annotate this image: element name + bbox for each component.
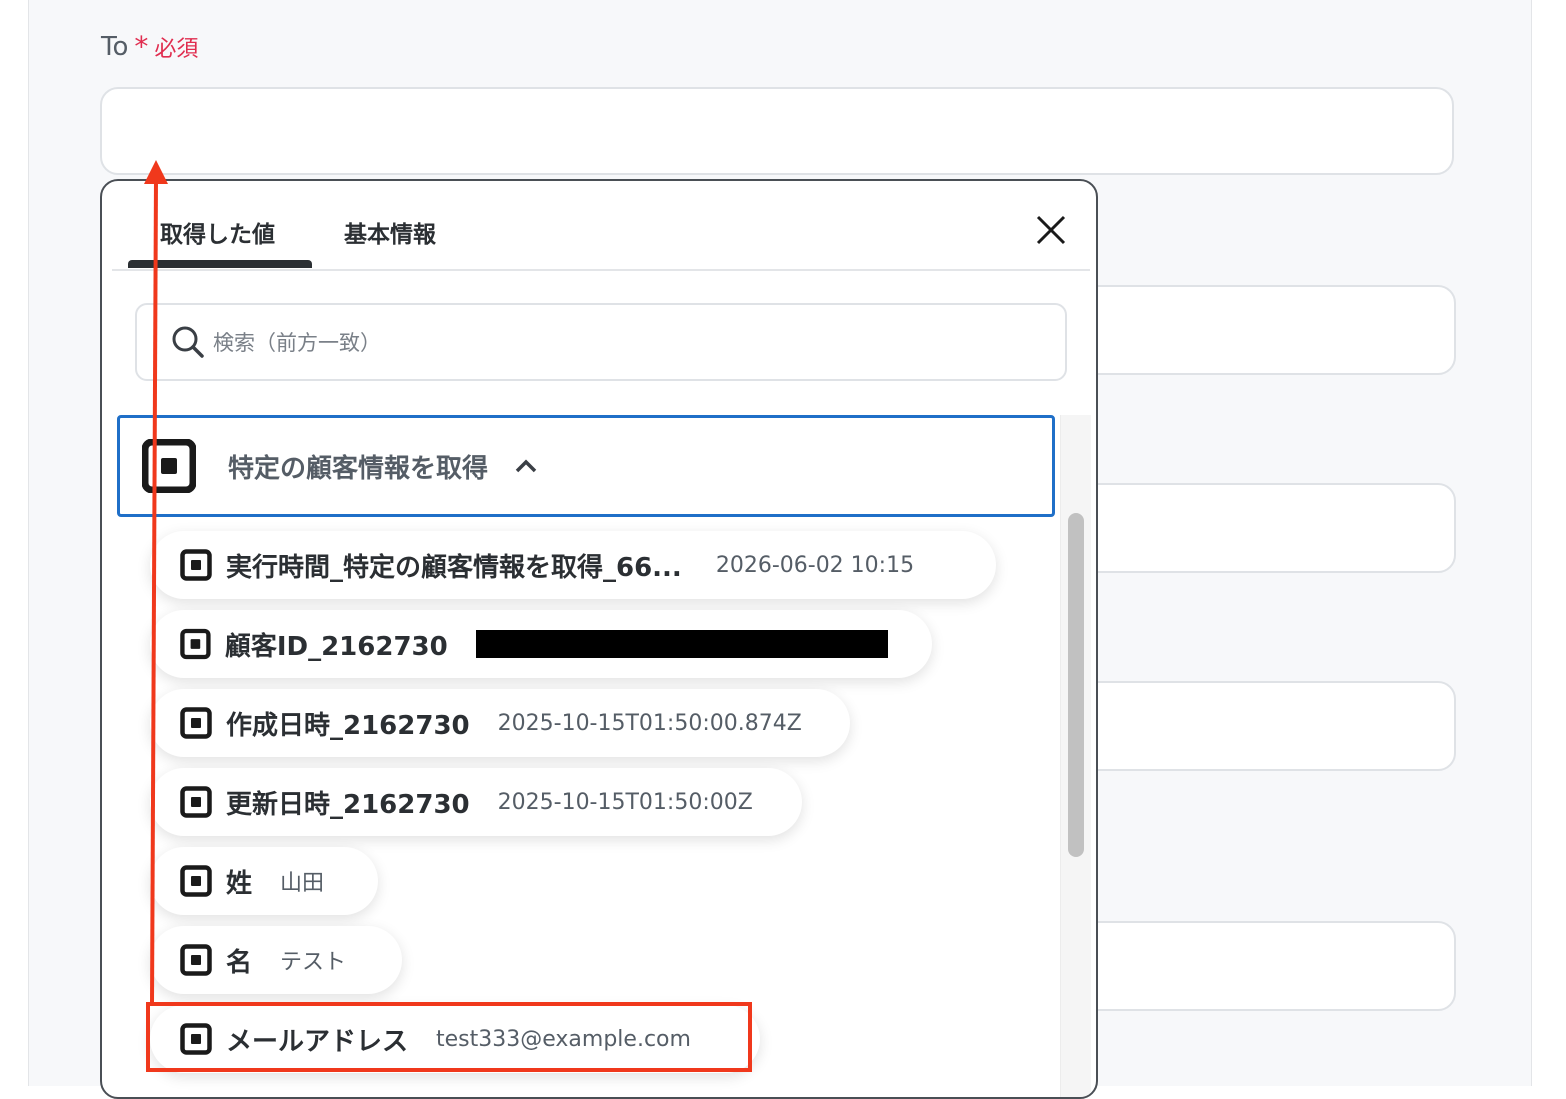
annotation-overlay bbox=[144, 160, 752, 1072]
annotation-arrow-line bbox=[150, 177, 158, 1005]
annotation-highlight-box bbox=[146, 1002, 752, 1072]
annotation-arrow-head bbox=[144, 160, 168, 184]
